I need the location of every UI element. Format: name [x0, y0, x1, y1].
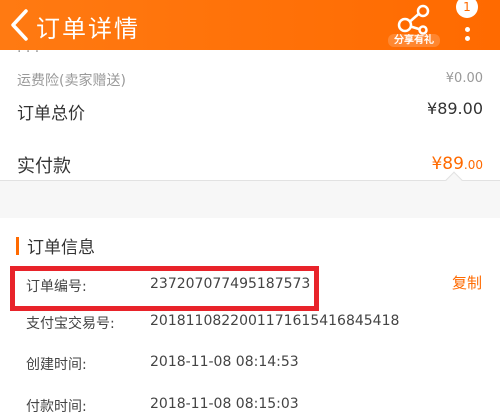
total-label: 订单总价: [17, 104, 85, 124]
back-chevron-icon: [11, 9, 28, 41]
notification-badge: 1: [456, 0, 478, 18]
paid-cents: .00: [463, 158, 483, 172]
share-icon: [397, 4, 430, 35]
partial-row-label: · · ·: [17, 44, 40, 60]
paid-time-value: 2018-11-08 08:15:03: [150, 396, 299, 412]
paid-time-label: 付款时间:: [26, 399, 87, 415]
share-gift-button[interactable]: 分享有礼: [388, 3, 440, 47]
app-header: 订单详情 分享有礼 1: [0, 0, 500, 50]
shipping-insurance-label: 运费险(卖家赠送): [17, 73, 126, 89]
more-vertical-icon: [465, 27, 470, 32]
back-button[interactable]: [6, 8, 32, 42]
section-accent-bar: [16, 237, 19, 255]
alipay-trade-label: 支付宝交易号:: [26, 316, 115, 332]
paid-amount: ¥89: [431, 154, 464, 174]
more-menu-button[interactable]: 1: [452, 0, 482, 50]
paid-label: 实付款: [17, 156, 71, 177]
order-info-card: 订单信息 订单编号: 237207077495187573 复制 支付宝交易号:…: [0, 218, 500, 420]
divider: [0, 180, 500, 181]
price-summary-card: · · · 运费险(卖家赠送) ¥0.00 订单总价 ¥89.00 实付款 ¥8…: [0, 44, 500, 260]
highlight-box: [10, 266, 319, 311]
alipay-trade-value: 2018110822001171615416845418: [150, 313, 400, 329]
section-title: 订单信息: [27, 238, 95, 258]
total-value: ¥89.00: [427, 99, 483, 118]
shipping-insurance-value: ¥0.00: [445, 71, 483, 86]
more-vertical-icon-dot: [465, 36, 470, 41]
created-time-value: 2018-11-08 08:14:53: [150, 354, 299, 370]
created-time-label: 创建时间:: [26, 357, 87, 373]
share-gift-label: 分享有礼: [388, 34, 440, 47]
copy-button[interactable]: 复制: [452, 272, 482, 293]
paid-value: ¥89.00: [431, 154, 483, 174]
page-title: 订单详情: [36, 15, 140, 43]
